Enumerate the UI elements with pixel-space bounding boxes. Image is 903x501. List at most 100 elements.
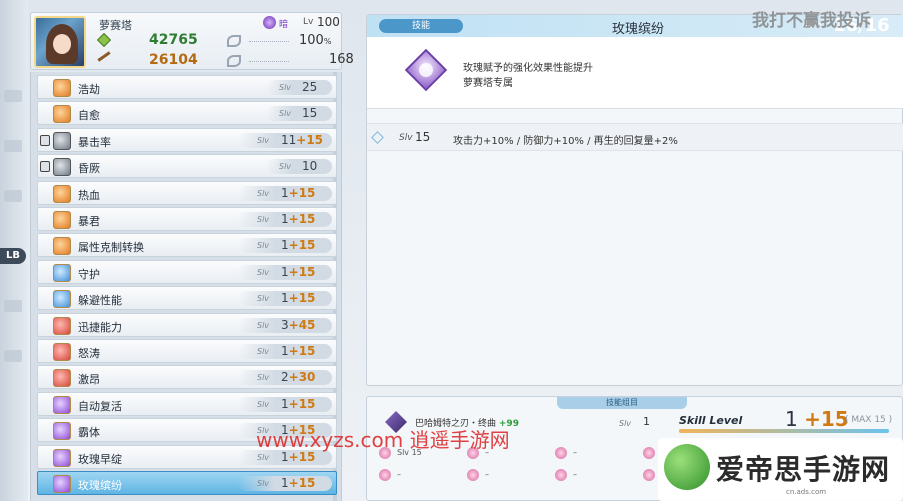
sword-icon — [53, 79, 71, 97]
skill-level-value: 1 +15 — [785, 407, 849, 431]
skill-level-pill — [266, 159, 332, 175]
weapon-slv-number: 1 — [643, 415, 650, 428]
skill-slv-label: Slv — [257, 452, 270, 462]
skill-name: 自动复活 — [78, 399, 122, 413]
rose-skill-icon-core — [419, 63, 433, 77]
heal-icon — [53, 105, 71, 124]
skill-group-row: –––– — [379, 469, 699, 483]
skill-level-label: Skill Level — [679, 414, 743, 427]
skill-row[interactable]: 属性克制转换 Slv 1+15 — [37, 233, 337, 258]
skill-row[interactable]: 浩劫 Slv 25 — [37, 75, 337, 99]
skill-slot-text: – — [573, 470, 577, 479]
stat-divider — [249, 41, 289, 42]
skill-level-pill — [266, 106, 332, 122]
portrait-face — [53, 34, 71, 54]
skill-detail-panel: 技能 玫瑰缤纷 Slv 16/16 玫瑰赋予的强化效果性能提升 萝赛塔专属 Sl… — [366, 14, 903, 386]
character-header: 萝赛塔 暗 Lv 100 42765 26104 100% 168 — [30, 12, 354, 70]
top-watermark: 我打不赢我投诉 — [752, 11, 871, 31]
skill-slv-label: Slv — [279, 162, 292, 172]
skill-level-number: 1+15 — [281, 264, 316, 279]
skill-row[interactable]: 怒涛 Slv 1+15 — [37, 339, 337, 363]
skill-group-slot[interactable]: – — [555, 469, 641, 483]
fist-icon — [53, 184, 71, 203]
attack-sword-icon — [97, 51, 111, 62]
skill-slot-icon — [467, 469, 479, 481]
skill-name: 玫瑰缤纷 — [78, 479, 122, 492]
brand-url: cn.ads.com — [786, 488, 827, 496]
skill-name: 躲避性能 — [78, 294, 122, 308]
skill-tag: 技能 — [379, 19, 463, 33]
level-effect-text: 攻击力+10% / 防御力+10% / 再生的回复量+2% — [453, 136, 678, 147]
skill-group-slot[interactable]: – — [467, 469, 553, 483]
skill-name: 浩劫 — [78, 83, 100, 96]
skill-slv-label: Slv — [257, 267, 270, 277]
rage-icon — [53, 343, 71, 361]
skill-row[interactable]: 自愈 Slv 15 — [37, 101, 337, 126]
skill-row[interactable]: 暴君 Slv 1+15 — [37, 207, 337, 231]
skill-level-number: 1+15 — [281, 238, 316, 253]
skill-level-number: 25 — [302, 80, 318, 94]
skill-row[interactable]: 躲避性能 Slv 1+15 — [37, 286, 337, 311]
skill-slot-text: – — [397, 470, 401, 479]
skill-name: 激昂 — [78, 373, 100, 387]
skill-level-number: 11+15 — [281, 132, 324, 147]
skill-row[interactable]: 迅捷能力 Slv 3+45 — [37, 312, 337, 337]
edge-block — [4, 300, 22, 312]
skill-row[interactable]: 暴击率 Slv 11+15 — [37, 127, 337, 152]
skill-name: 守护 — [78, 267, 100, 281]
excite-icon — [53, 369, 71, 388]
element-icon — [263, 16, 276, 29]
skill-row[interactable]: 热血 Slv 1+15 — [37, 180, 337, 205]
percent-value: 100% — [299, 33, 332, 48]
heart-icon — [53, 263, 71, 282]
element-label: 暗 — [279, 20, 289, 30]
skill-row[interactable]: 自动复活 Slv 1+15 — [37, 391, 337, 416]
skill-slv-label: Slv — [257, 399, 270, 409]
armor-icon — [53, 422, 71, 441]
skill-row[interactable]: 玫瑰缤纷 Slv 1+15 — [37, 471, 337, 495]
skill-level-bar — [679, 429, 889, 433]
skill-row[interactable]: 激昂 Slv 2+30 — [37, 365, 337, 390]
skill-level-number: 1+15 — [281, 476, 316, 490]
skill-slv-label: Slv — [257, 188, 270, 198]
skill-slot-icon — [555, 469, 567, 481]
skill-group-slot[interactable]: – — [379, 469, 465, 483]
brand-logo: 爱帝思手游网 cn.ads.com — [658, 438, 903, 501]
attack-value: 26104 — [149, 52, 198, 68]
edge-block — [4, 350, 22, 362]
skill-slv-label: Slv — [257, 135, 270, 145]
skill-slv-label: Slv — [257, 320, 270, 330]
site-watermark: www.xyzs.com 逍遥手游网 — [256, 428, 510, 452]
skill-slot-icon — [555, 447, 567, 459]
character-portrait[interactable] — [34, 16, 86, 68]
skill-level-number: 1+15 — [281, 396, 316, 411]
level-value: 100 — [317, 15, 340, 29]
stat2-value: 168 — [329, 52, 354, 67]
skill-row[interactable]: 昏厥 Slv 10 — [37, 154, 337, 179]
skill-name: 霸体 — [78, 426, 100, 440]
skill-name: 热血 — [78, 188, 100, 202]
character-name: 萝赛塔 — [99, 19, 132, 32]
star-icon — [53, 237, 71, 256]
skill-level-number: 1+15 — [281, 185, 316, 200]
skill-level-pill — [266, 80, 332, 95]
skill-slv-label: Slv — [257, 294, 270, 304]
skill-row[interactable]: 守护 Slv 1+15 — [37, 259, 337, 284]
lb-tab[interactable]: LB — [0, 248, 26, 264]
skill-name: 玫瑰早绽 — [78, 452, 122, 466]
skill-group-slot[interactable]: – — [555, 447, 641, 461]
skill-level-number: 15 — [302, 106, 318, 121]
skill-level-max: ( MAX 15 ) — [845, 415, 893, 425]
skill-description: 玫瑰赋予的强化效果性能提升 萝赛塔专属 — [367, 37, 903, 109]
leaf-logo-icon — [664, 444, 710, 490]
skill-slv-label: Slv — [257, 479, 270, 488]
rose-icon — [53, 475, 71, 493]
skill-name: 属性克制转换 — [78, 241, 144, 255]
skill-level-row: Slv 15 攻击力+10% / 防御力+10% / 再生的回复量+2% — [367, 123, 903, 151]
lock-icon — [40, 161, 50, 173]
speed-icon — [53, 316, 71, 335]
skill-slv-label: Slv — [257, 347, 270, 356]
wing-icon-2 — [227, 55, 241, 67]
skill-level-number: 2+30 — [281, 370, 316, 385]
skill-name: 暴击率 — [78, 135, 111, 149]
